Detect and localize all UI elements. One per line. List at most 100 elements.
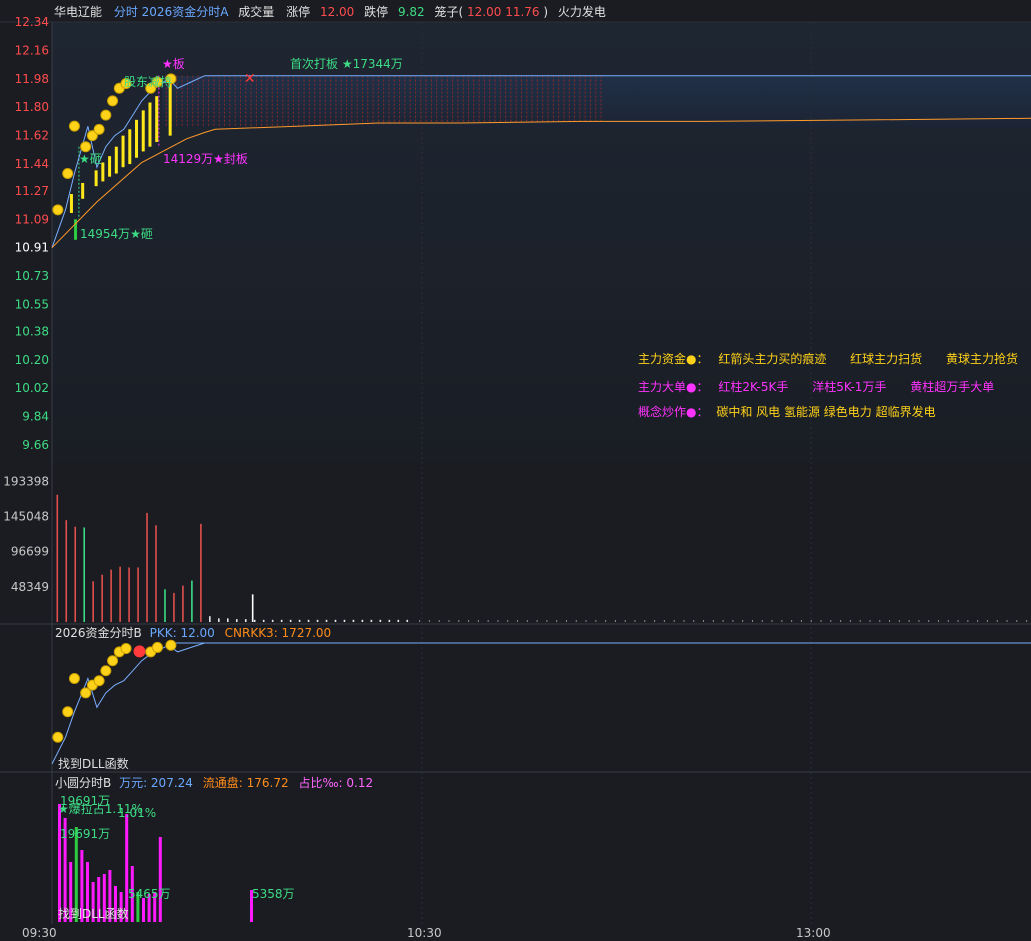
first-board-label: 首次打板 ★17344万	[290, 57, 403, 71]
volume-bar	[128, 567, 130, 622]
shareholder-label: 股东减持	[124, 74, 172, 89]
big-order-bar	[81, 182, 85, 199]
volume-bar	[397, 619, 400, 622]
volume-bar	[226, 618, 229, 622]
big-order-bar	[121, 135, 125, 168]
volume-bar	[879, 620, 881, 622]
volume-bar	[92, 581, 94, 622]
price-tick-label: 10.91	[15, 241, 49, 255]
big-order-bar	[108, 156, 112, 177]
main-force-ball	[80, 141, 92, 153]
volume-bar	[673, 620, 675, 622]
volume-bar	[209, 616, 211, 622]
volume-bar	[585, 620, 587, 622]
volume-bar	[595, 620, 597, 622]
limit-down-label: 跌停	[364, 4, 388, 19]
volume-bar	[977, 620, 979, 622]
volume-panel-bg	[52, 462, 1031, 624]
seal-board-label: 14129万★封板	[163, 152, 248, 166]
cage-label: 笼子(	[435, 4, 464, 19]
volume-bar	[468, 620, 470, 622]
concept-label: 火力发电	[558, 4, 606, 19]
volume-bar	[146, 512, 148, 622]
volume-bar	[869, 620, 871, 622]
volume-bar	[683, 620, 685, 622]
time-tick-1300: 13:00	[796, 926, 831, 940]
panel-b-cnrkk: CNRKK3: 1727.00	[225, 626, 332, 640]
smash-top-label: ★砸	[79, 152, 102, 166]
volume-bar	[947, 620, 949, 622]
price-tick-label: 11.62	[15, 129, 49, 143]
panel-b-title[interactable]: 2026资金分时B	[55, 625, 142, 640]
volume-bar	[271, 619, 274, 622]
big-order-bar	[141, 110, 145, 152]
volume-bar	[732, 620, 734, 622]
volume-bar	[361, 619, 364, 622]
volume-tick-label: 48349	[11, 580, 49, 594]
limit-zone	[162, 76, 1031, 128]
volume-bar	[703, 620, 705, 622]
volume-bar	[908, 620, 910, 622]
smash-bottom-label: 14954万★砸	[80, 227, 153, 241]
volume-bar	[1006, 620, 1008, 622]
volume-bar	[830, 620, 832, 622]
volume-bar	[722, 620, 724, 622]
volume-bar	[712, 620, 714, 622]
volume-bar	[388, 619, 391, 622]
big-order-bar	[114, 146, 118, 174]
big-order-bar	[148, 102, 152, 147]
volume-bar	[65, 520, 68, 622]
big-order-bar	[94, 170, 98, 187]
panel-c-bar	[58, 804, 61, 922]
price-tick-label: 12.34	[15, 15, 49, 29]
panel-b-ball	[62, 706, 74, 718]
volume-bar	[771, 620, 773, 622]
volume-bar	[751, 620, 753, 622]
volume-bar	[497, 620, 499, 622]
price-tick-label: 11.98	[15, 72, 49, 86]
volume-bar	[428, 620, 430, 622]
volume-bar	[761, 620, 763, 622]
volume-bar	[334, 619, 337, 622]
stock-name: 华电辽能	[54, 5, 102, 19]
volume-bar	[849, 620, 851, 622]
volume-bar	[370, 619, 373, 622]
price-tick-label: 9.66	[22, 438, 49, 452]
limit-up-value: 12.00	[320, 5, 354, 19]
board-star-label: ★板	[162, 57, 185, 71]
price-tick-label: 11.80	[15, 100, 49, 114]
volume-bar	[996, 620, 998, 622]
panel-c-bar	[142, 898, 145, 922]
big-order-bar	[135, 119, 139, 158]
panel-c-float: 流通盘: 176.72	[203, 775, 289, 790]
volume-bar	[918, 620, 920, 622]
volume-bar	[419, 620, 421, 622]
volume-bar	[477, 620, 479, 622]
big-order-bar	[128, 129, 132, 165]
panel-b-red-ball	[133, 645, 146, 658]
volume-bar	[155, 525, 157, 622]
panel-c-title[interactable]: 小圆分时B	[55, 776, 111, 790]
cage-values: 12.00 11.76	[467, 5, 540, 19]
volume-bar	[644, 620, 646, 622]
main-force-ball	[52, 204, 64, 216]
volume-bar	[253, 619, 256, 622]
volume-bar	[1026, 620, 1028, 622]
panel-c-ann3: 1.01%	[118, 806, 156, 820]
time-tick-0930: 09:30	[22, 926, 57, 940]
price-tick-label: 11.27	[15, 184, 49, 198]
volume-bar	[937, 620, 939, 622]
panel-c-bar	[158, 837, 162, 922]
volume-bar	[325, 619, 328, 622]
volume-bar	[298, 619, 301, 622]
volume-bar	[289, 619, 292, 622]
volume-bar	[967, 620, 969, 622]
volume-bar	[218, 618, 220, 622]
volume-tick-label: 145048	[3, 510, 49, 524]
big-order-bar	[168, 83, 172, 136]
panel-b-ball	[165, 639, 177, 651]
volume-bar	[74, 526, 77, 622]
indicator-title[interactable]: 分时 2026资金分时A	[114, 4, 229, 19]
volume-bar	[693, 620, 695, 622]
volume-bar	[101, 574, 103, 622]
